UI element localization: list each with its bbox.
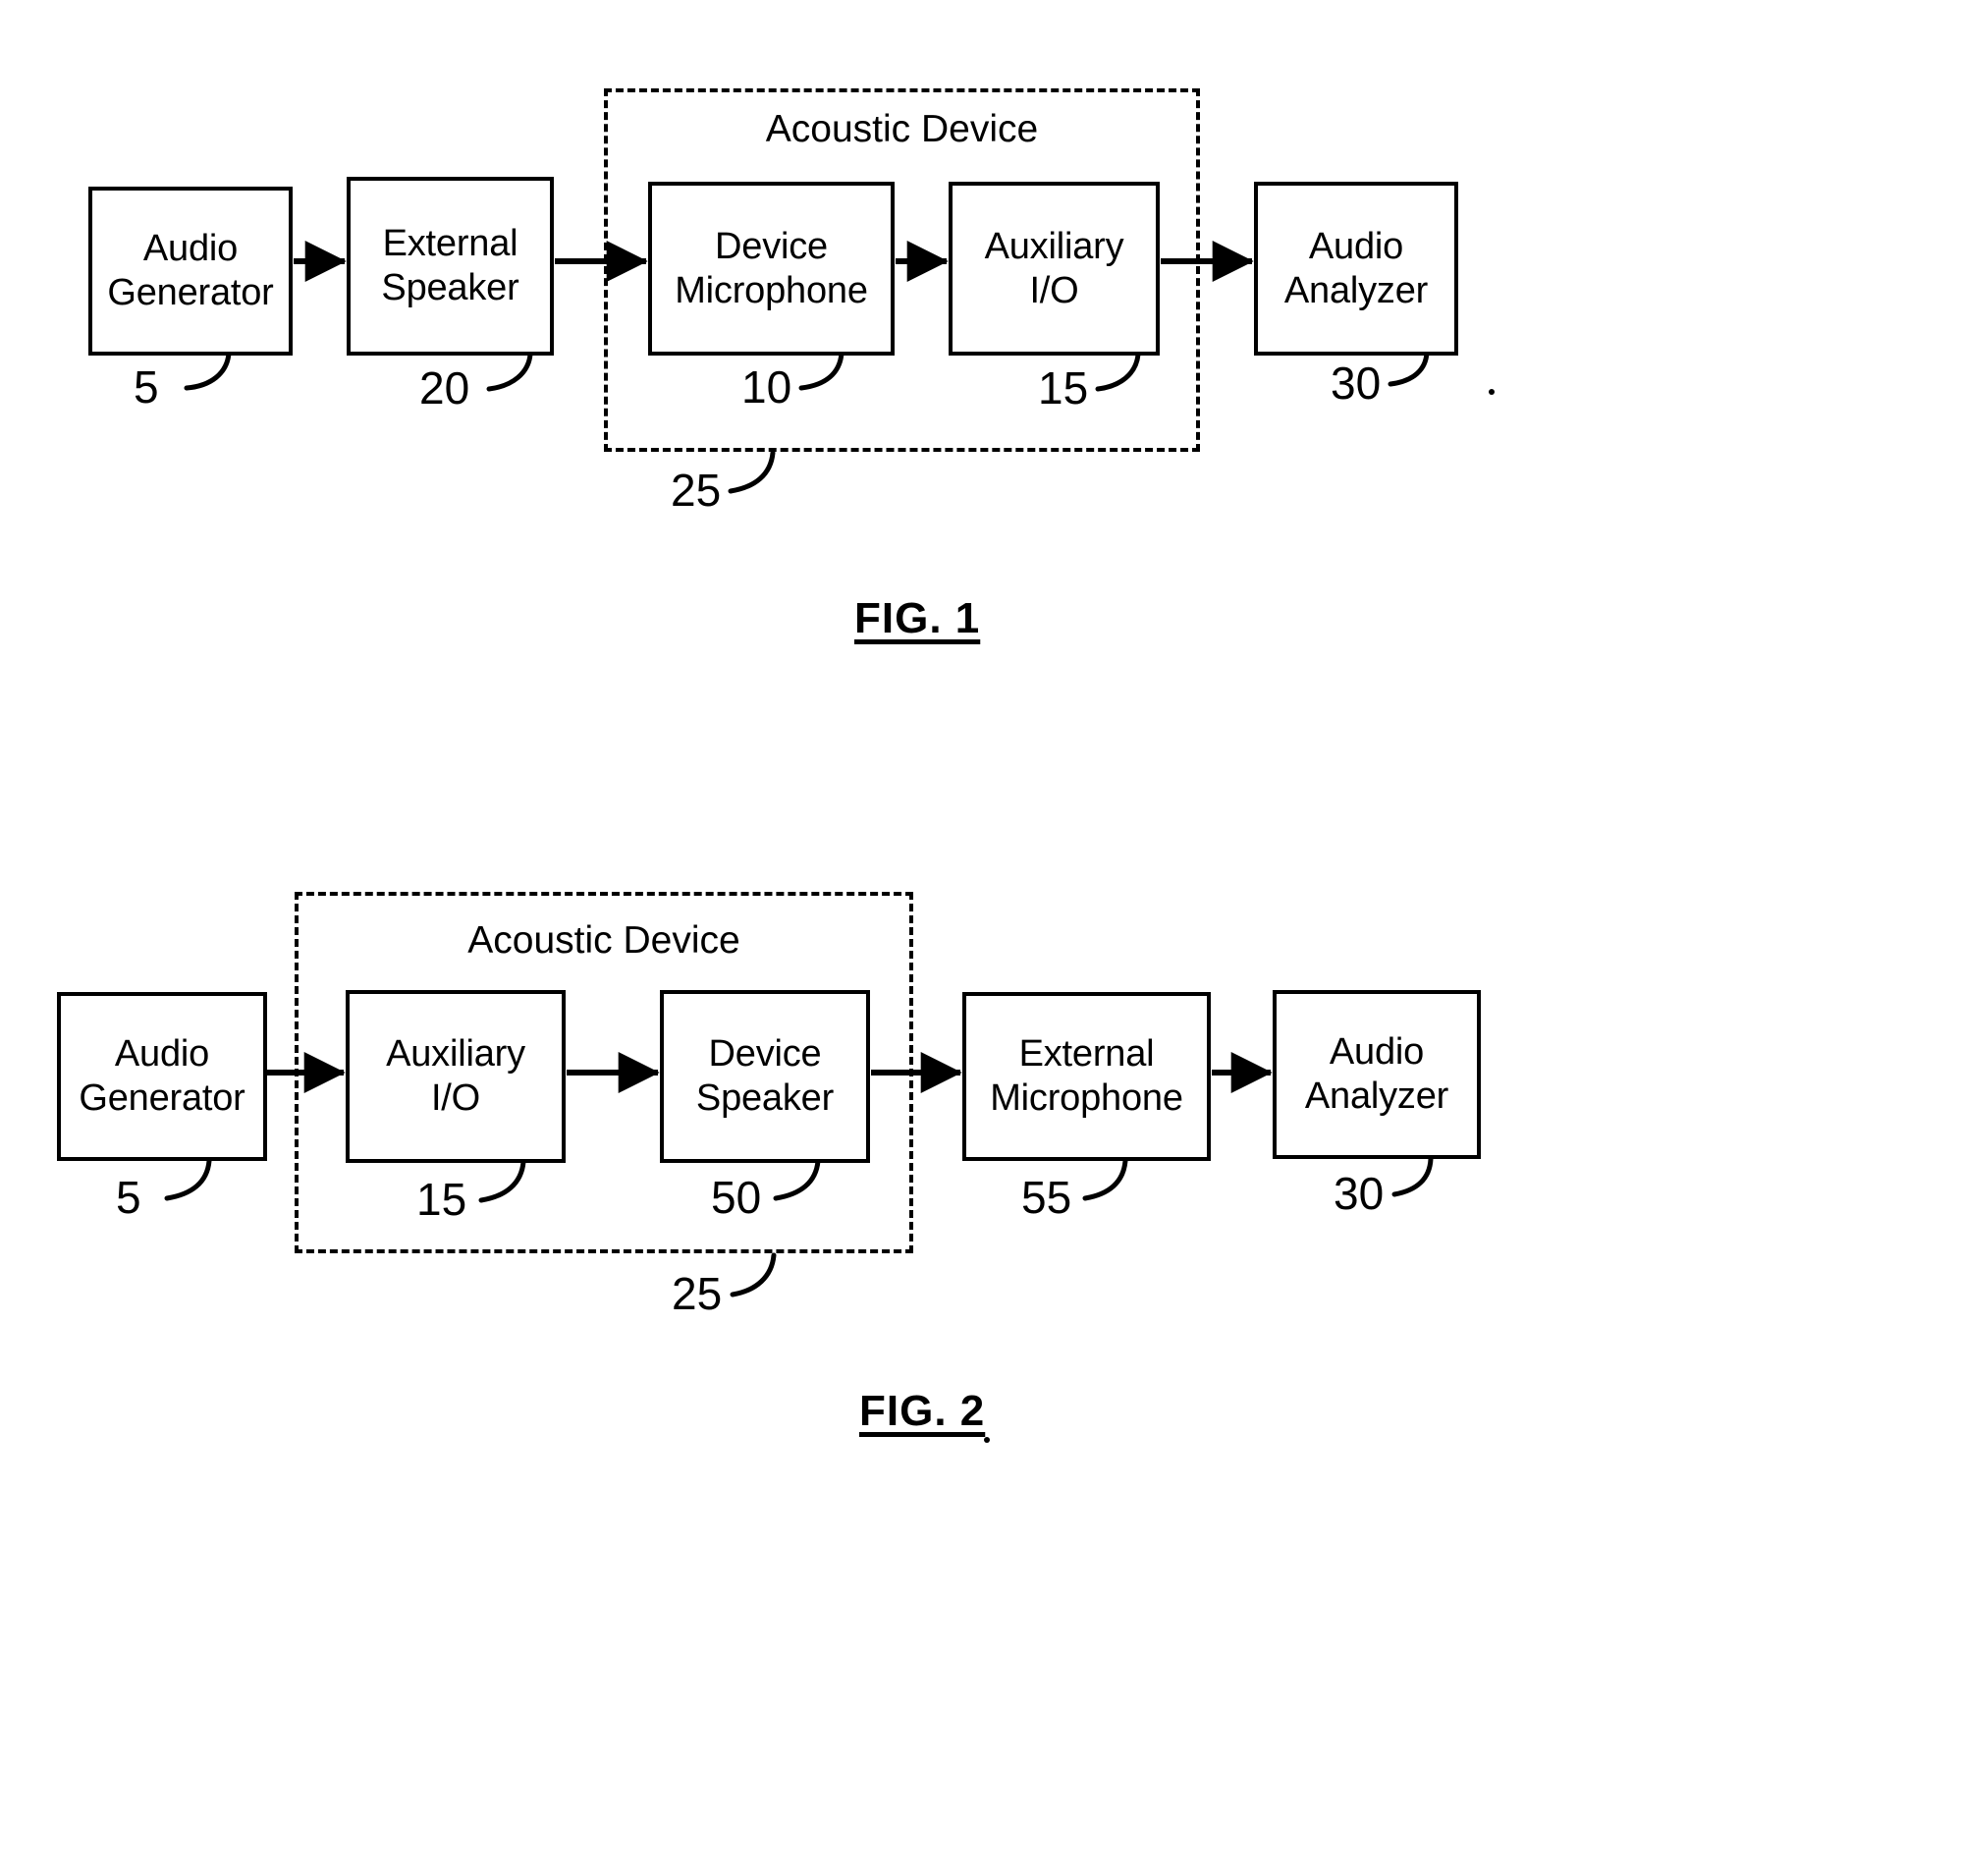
fig2-block-audio-analyzer-label: Audio Analyzer	[1304, 1031, 1449, 1117]
fig2-ref-audio-generator: 5	[116, 1172, 141, 1223]
fig1-ref-auxiliary-io: 15	[1038, 362, 1089, 414]
fig2-block-auxiliary-io-label: Auxiliary I/O	[386, 1033, 525, 1119]
fig1-ref-device-microphone: 10	[741, 361, 792, 413]
fig1-block-audio-generator-label: Audio Generator	[107, 228, 274, 313]
fig1-block-auxiliary-io-label: Auxiliary I/O	[984, 225, 1124, 311]
fig2-block-device-speaker-label: Device Speaker	[695, 1033, 835, 1119]
fig1-acoustic-device-title: Acoustic Device	[765, 108, 1039, 150]
fig1-ref-acoustic-device: 25	[671, 465, 722, 516]
fig2-ref-audio-analyzer: 30	[1334, 1168, 1385, 1219]
fig1-ref-audio-generator: 5	[134, 361, 159, 413]
fig1-ref-external-speaker: 20	[419, 362, 470, 414]
fig2-caption: FIG. 2	[859, 1387, 986, 1435]
fig2-ref-auxiliary-io: 15	[416, 1174, 467, 1225]
fig2-acoustic-device-title: Acoustic Device	[467, 919, 740, 962]
fig2-block-audio-generator[interactable]: Audio Generator	[57, 992, 267, 1161]
fig1-block-audio-analyzer-label: Audio Analyzer	[1283, 225, 1429, 311]
fig1-caption: FIG. 1	[854, 594, 981, 642]
fig1-block-device-microphone[interactable]: Device Microphone	[648, 182, 895, 356]
fig1-block-audio-analyzer[interactable]: Audio Analyzer	[1254, 182, 1458, 356]
fig2-block-external-microphone-label: External Microphone	[990, 1033, 1183, 1119]
patent-figure-sheet: Acoustic Device Audio Generator External…	[0, 0, 1961, 1876]
fig2-block-audio-generator-label: Audio Generator	[79, 1033, 245, 1119]
fig1-ref-audio-analyzer: 30	[1331, 358, 1382, 409]
fig2-block-audio-analyzer[interactable]: Audio Analyzer	[1273, 990, 1481, 1159]
scan-speck	[1489, 389, 1495, 395]
fig1-block-auxiliary-io[interactable]: Auxiliary I/O	[949, 182, 1160, 356]
fig1-block-external-speaker-label: External Speaker	[381, 223, 519, 308]
fig2-block-device-speaker[interactable]: Device Speaker	[660, 990, 870, 1163]
scan-speck	[984, 1437, 990, 1443]
fig1-block-external-speaker[interactable]: External Speaker	[347, 177, 554, 356]
fig1-block-audio-generator[interactable]: Audio Generator	[88, 187, 293, 356]
fig2-block-auxiliary-io[interactable]: Auxiliary I/O	[346, 990, 566, 1163]
fig2-ref-device-speaker: 50	[711, 1172, 762, 1223]
fig2-ref-acoustic-device: 25	[672, 1268, 723, 1319]
fig1-block-device-microphone-label: Device Microphone	[675, 225, 868, 311]
fig2-block-external-microphone[interactable]: External Microphone	[962, 992, 1211, 1161]
fig2-ref-external-microphone: 55	[1021, 1172, 1072, 1223]
